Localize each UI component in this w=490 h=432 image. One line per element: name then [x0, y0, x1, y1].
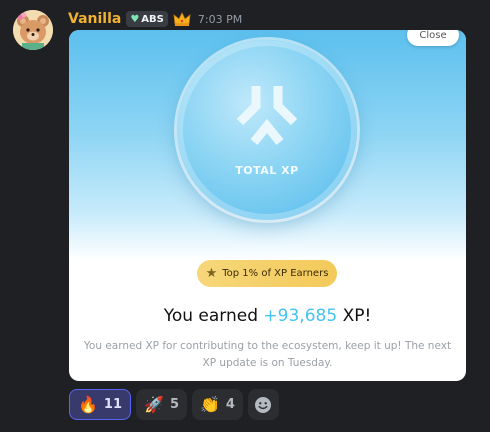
fire-icon: 🔥 [78, 394, 98, 414]
avatar[interactable] [13, 10, 53, 50]
reaction-fire[interactable]: 🔥 11 [69, 389, 132, 420]
total-xp-logo-icon [236, 86, 298, 145]
total-xp-coin: TOTAL XP [177, 40, 357, 220]
reaction-count: 5 [169, 397, 179, 412]
earned-prefix: You earned [163, 306, 259, 326]
crown-icon [173, 12, 191, 26]
bear-avatar-icon [13, 10, 53, 50]
timestamp: 7:03 PM [197, 12, 243, 26]
earned-heading: You earned +93,685 XP! [69, 306, 466, 326]
star-icon: ★ [205, 266, 218, 281]
username[interactable]: Vanilla [68, 11, 121, 27]
rank-badge: ★ Top 1% of XP Earners [197, 260, 337, 287]
reactions-bar: 🔥 11 🚀 5 👏 4 [69, 389, 279, 420]
clapping-hands-icon: 👏 [199, 394, 220, 414]
xp-card: TOTAL XP Close ★ Top 1% of XP Earners Yo… [69, 30, 466, 381]
server-tag[interactable]: ♥ ABS [126, 11, 168, 27]
add-reaction-button[interactable] [247, 389, 279, 420]
rank-badge-label: Top 1% of XP Earners [222, 268, 329, 279]
earned-amount: +93,685 [263, 306, 338, 326]
reaction-count: 11 [103, 397, 123, 412]
heart-icon: ♥ [130, 13, 140, 25]
add-reaction-icon [255, 396, 272, 413]
coin-label: TOTAL XP [235, 164, 299, 177]
server-tag-label: ABS [141, 13, 164, 25]
close-button[interactable]: Close [407, 30, 459, 46]
reaction-count: 4 [225, 397, 235, 412]
message-header: Vanilla ♥ ABS 7:03 PM [68, 9, 242, 29]
earned-suffix: XP! [342, 306, 372, 326]
rocket-icon: 🚀 [144, 394, 164, 414]
reaction-clap[interactable]: 👏 4 [191, 389, 243, 420]
reaction-rocket[interactable]: 🚀 5 [136, 389, 187, 420]
card-hero: TOTAL XP [69, 30, 466, 260]
card-description: You earned XP for contributing to the ec… [83, 340, 452, 369]
